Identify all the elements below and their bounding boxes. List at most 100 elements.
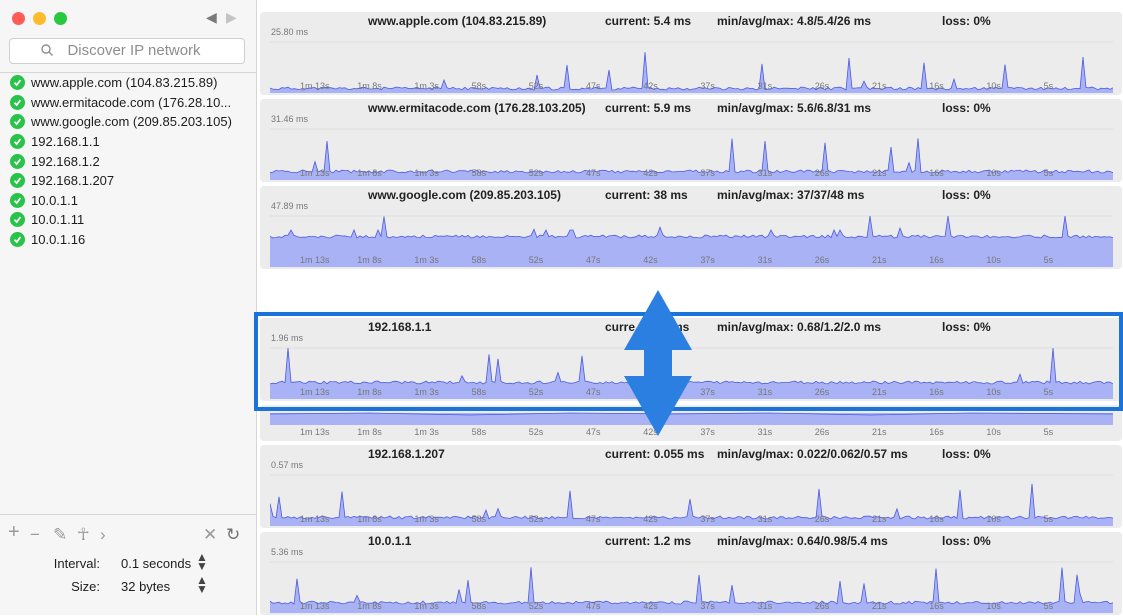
time-tick: 31s [757, 427, 773, 437]
host-list-item[interactable]: www.google.com (209.85.203.105) [0, 112, 256, 132]
time-tick: 16s [929, 168, 944, 178]
person-icon[interactable]: ☥ [77, 525, 90, 545]
refresh-icon[interactable]: ↻ [226, 525, 240, 545]
time-tick: 10s [986, 427, 1001, 437]
host-list-item[interactable]: 10.0.1.16 [0, 230, 256, 250]
zoom-window-button[interactable] [54, 12, 67, 25]
time-tick: 5s [1043, 601, 1054, 611]
time-tick: 37s [700, 514, 715, 524]
time-tick: 1m 3s [414, 427, 439, 437]
ping-graph-panel[interactable]: www.apple.com (104.83.215.89) current: 5.… [260, 12, 1122, 95]
host-list-item[interactable]: 10.0.1.11 [0, 210, 256, 230]
time-tick: 1m 8s [357, 255, 382, 265]
close-icon[interactable]: ✕ [203, 525, 217, 545]
time-tick: 1m 8s [357, 601, 382, 611]
check-circle-icon [10, 212, 25, 228]
host-label: 192.168.1.2 [31, 153, 100, 169]
time-tick: 16s [929, 427, 944, 437]
check-circle-icon [10, 114, 25, 130]
panel-scale: 0.57 ms [271, 460, 304, 470]
time-tick: 5s [1043, 427, 1054, 437]
time-tick: 10s [986, 255, 1001, 265]
ping-graph-panel[interactable]: www.google.com (209.85.203.105) current: … [260, 186, 1122, 269]
time-tick: 1m 8s [357, 514, 382, 524]
host-list-item[interactable]: 192.168.1.207 [0, 171, 256, 191]
panel-scale: 31.46 ms [271, 114, 309, 124]
panel-loss: loss: 0% [942, 188, 991, 202]
ping-graph-panel[interactable]: www.ermitacode.com (176.28.103.205) curre… [260, 99, 1122, 182]
time-tick: 21s [872, 427, 887, 437]
host-list-item[interactable]: 192.168.1.2 [0, 151, 256, 171]
time-tick: 21s [872, 168, 887, 178]
time-tick: 1m 13s [300, 255, 330, 265]
time-tick: 58s [471, 81, 487, 91]
host-label: www.google.com (209.85.203.105) [31, 114, 232, 130]
size-stepper[interactable]: ▲ ▼ [196, 574, 208, 595]
search-input[interactable]: Discover IP network [9, 38, 245, 64]
time-tick: 5s [1043, 255, 1054, 265]
panel-current: current: 0.055 ms [605, 447, 705, 461]
time-tick: 31s [757, 514, 773, 524]
check-circle-icon [10, 192, 25, 208]
time-axis: 1m 13s 1m 8s 1m 3s 58s 52s 47s 42s 37s 31s 26s 21s… [260, 514, 1122, 528]
panel-header: 192.168.1.207 current: 0.055 ms min/avg/ma… [260, 447, 1122, 461]
host-list-item[interactable]: www.apple.com (104.83.215.89) [0, 73, 256, 93]
time-tick: 47s [586, 81, 601, 91]
time-tick: 16s [929, 255, 944, 265]
time-axis: 1m 13s 1m 8s 1m 3s 58s 52s 47s 42s 37s 31s 26s 21s… [260, 601, 1122, 615]
host-list-item[interactable]: 192.168.1.1 [0, 132, 256, 152]
pencil-icon[interactable]: ✎ [53, 525, 67, 545]
time-tick: 21s [872, 81, 887, 91]
time-tick: 1m 3s [414, 168, 439, 178]
time-tick: 5s [1043, 514, 1054, 524]
panel-current: current: 1.2 ms [605, 534, 692, 548]
time-tick: 37s [700, 427, 715, 437]
panel-minavgmax: min/avg/max: 37/37/48 ms [717, 188, 865, 202]
time-tick: 1m 3s [414, 514, 439, 524]
interval-value[interactable]: 0.1 seconds [121, 556, 191, 571]
time-tick: 26s [814, 168, 830, 178]
check-circle-icon [10, 153, 25, 169]
panel-minavgmax: min/avg/max: 4.8/5.4/26 ms [717, 14, 872, 28]
back-icon[interactable]: ◀ [206, 9, 217, 26]
panel-loss: loss: 0% [942, 101, 991, 115]
interval-stepper[interactable]: ▲ ▼ [196, 551, 208, 572]
ping-graph-panel[interactable]: 10.0.1.1 current: 1.2 ms min/avg/max: 0.64… [260, 532, 1122, 615]
time-tick: 42s [643, 514, 658, 524]
check-circle-icon [10, 173, 25, 189]
plus-icon[interactable]: + [8, 521, 20, 544]
minus-icon[interactable]: − [30, 525, 40, 545]
time-tick: 21s [872, 514, 887, 524]
minimize-window-button[interactable] [33, 12, 46, 25]
close-window-button[interactable] [12, 12, 25, 25]
time-tick: 5s [1043, 168, 1054, 178]
panel-minavgmax: min/avg/max: 0.022/0.062/0.57 ms [717, 447, 908, 461]
time-tick: 31s [757, 255, 773, 265]
chevron-right-icon[interactable]: › [100, 525, 106, 545]
forward-icon[interactable]: ▶ [226, 9, 237, 26]
host-label: 192.168.1.1 [31, 134, 100, 150]
time-axis: 1m 13s 1m 8s 1m 3s 58s 52s 47s 42s 37s 31s 26s 21s… [260, 168, 1122, 182]
panel-host: 10.0.1.1 [368, 534, 412, 548]
host-list-item[interactable]: 10.0.1.1 [0, 191, 256, 211]
time-tick: 42s [643, 81, 658, 91]
time-tick: 10s [986, 601, 1001, 611]
time-tick: 42s [643, 601, 658, 611]
time-tick: 26s [814, 514, 830, 524]
time-axis: 1m 13s 1m 8s 1m 3s 58s 52s 47s 42s 37s 31s 26s 21s… [260, 255, 1122, 269]
time-tick: 21s [872, 601, 887, 611]
check-circle-icon [10, 134, 25, 150]
host-label: 10.0.1.1 [31, 192, 78, 208]
time-tick: 52s [528, 168, 544, 178]
host-list-item[interactable]: www.ermitacode.com (176.28.10... [0, 93, 256, 113]
size-value[interactable]: 32 bytes [121, 579, 170, 594]
search-placeholder: Discover IP network [67, 42, 201, 59]
ping-graph-panel[interactable]: 192.168.1.207 current: 0.055 ms min/avg/ma… [260, 445, 1122, 528]
time-tick: 1m 8s [357, 427, 382, 437]
time-tick: 1m 13s [300, 514, 330, 524]
panel-loss: loss: 0% [942, 14, 991, 28]
panel-scale: 47.89 ms [271, 201, 309, 211]
host-label: www.apple.com (104.83.215.89) [31, 75, 218, 91]
panel-header: www.apple.com (104.83.215.89) current: 5.… [260, 14, 1122, 28]
time-tick: 31s [757, 168, 773, 178]
